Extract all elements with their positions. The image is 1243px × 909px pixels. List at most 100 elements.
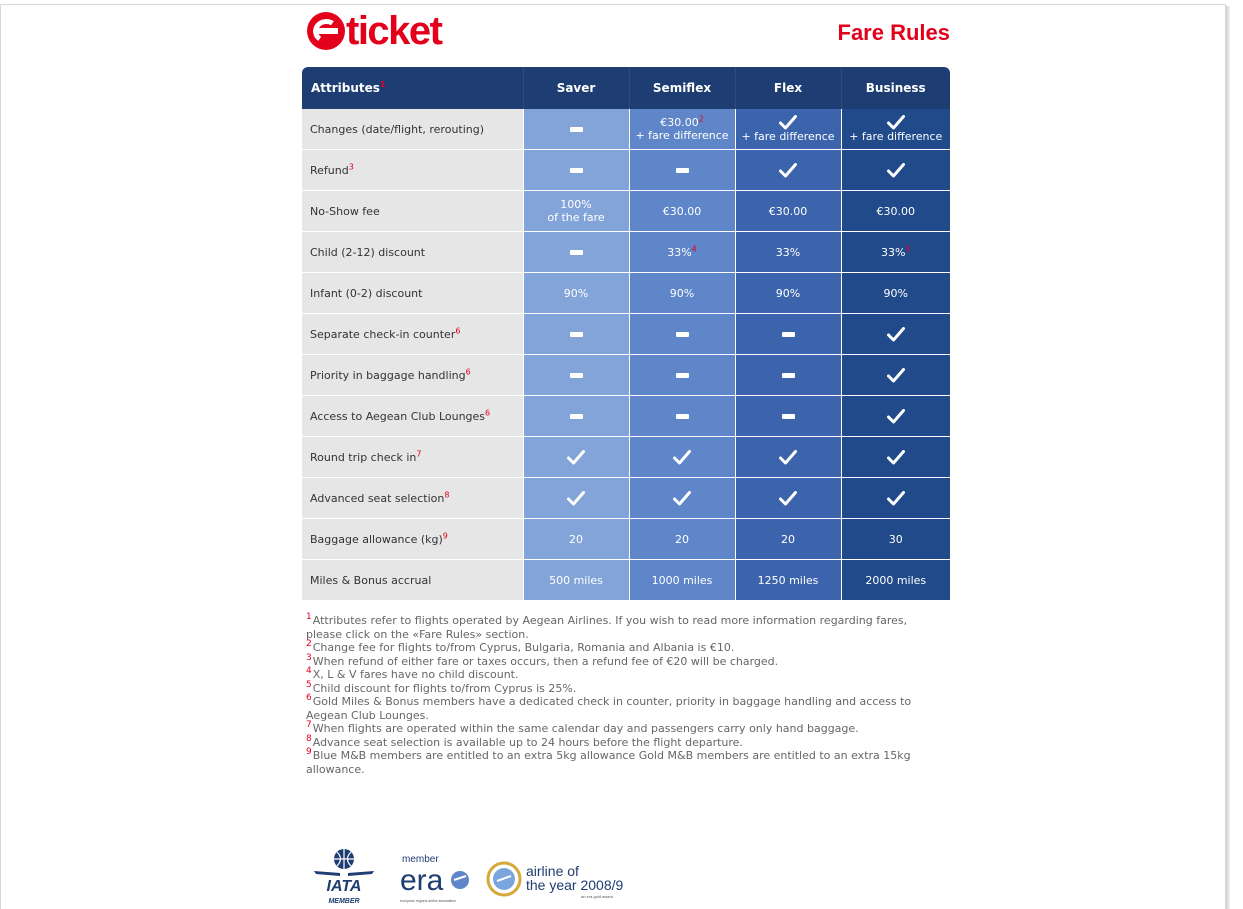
- cell-subtext: + fare difference: [741, 130, 835, 143]
- table-row: Baggage allowance (kg)9 20 20 20 30: [302, 518, 950, 560]
- value-cell: [840, 477, 950, 519]
- era-name: era: [400, 864, 444, 897]
- cell-value: 33%: [775, 245, 801, 259]
- dash-icon: [569, 332, 583, 337]
- dash-icon: [569, 168, 583, 173]
- check-icon: [673, 490, 691, 506]
- cell-value: 33%: [667, 245, 692, 259]
- attribute-label: No-Show fee: [310, 204, 380, 218]
- header-saver: Saver: [523, 67, 630, 109]
- cell-subtext: of the fare: [547, 211, 605, 224]
- value-cell: [840, 354, 950, 396]
- page-frame-shadow: [1226, 6, 1230, 909]
- footnotes: 1Attributes refer to flights operated by…: [306, 612, 946, 776]
- footnote-number: 2: [306, 639, 312, 650]
- table-row: No-Show fee 100% of the fare €30.00 €30.00 €3…: [302, 190, 950, 232]
- value-cell: 2000 miles: [840, 559, 950, 601]
- footnote-number: 6: [306, 693, 312, 704]
- check-icon: [779, 115, 797, 130]
- footnote-text: When refund of either fare or taxes occu…: [312, 654, 779, 668]
- footnote-item: 5Child discount for flights to/from Cypr…: [306, 679, 946, 696]
- footnote-ref: 6: [485, 407, 491, 417]
- attribute-label: Access to Aegean Club Lounges: [310, 409, 486, 423]
- row-attribute: Infant (0-2) discount: [302, 272, 523, 314]
- dash-icon: [781, 373, 795, 378]
- value-cell: 20: [522, 518, 629, 560]
- value-cell: [840, 395, 950, 437]
- value-cell: 90%: [522, 272, 629, 314]
- footnote-number: 1: [306, 612, 312, 623]
- header-attributes-label: Attributes: [311, 81, 380, 95]
- row-attribute: Access to Aegean Club Lounges6: [302, 395, 523, 437]
- footnote-text: X, L & V fares have no child discount.: [312, 668, 519, 681]
- table-row: Advanced seat selection8: [302, 477, 950, 519]
- value-cell: [628, 354, 735, 396]
- footnote-ref: 5: [905, 243, 911, 253]
- iata-sub: MEMBER: [328, 898, 359, 905]
- value-cell: [628, 313, 735, 355]
- footnote-ref: 8: [444, 489, 450, 499]
- dash-icon: [675, 332, 689, 337]
- iata-name: IATA: [327, 878, 362, 895]
- value-cell: [522, 354, 629, 396]
- value-cell: €30.00: [840, 190, 950, 232]
- value-cell: 33%: [734, 231, 841, 273]
- footnote-number: 5: [306, 679, 312, 690]
- row-attribute: Changes (date/flight, rerouting): [302, 109, 523, 150]
- value-cell: 33%5: [840, 231, 950, 273]
- value-cell: 30: [840, 518, 950, 560]
- eticket-logo[interactable]: ticket: [307, 10, 443, 52]
- check-icon: [886, 449, 905, 465]
- row-attribute: Round trip check in7: [302, 436, 523, 478]
- footnote-text: When flights are operated within the sam…: [312, 722, 859, 735]
- footnote-number: 4: [306, 666, 312, 677]
- footnote-ref: 1: [379, 80, 386, 89]
- dash-icon: [569, 373, 583, 378]
- value-cell: 90%: [734, 272, 841, 314]
- value-cell: [522, 231, 629, 273]
- footnote-number: 9: [306, 747, 312, 758]
- cell-value: 100%: [560, 198, 592, 211]
- value-cell: 1250 miles: [734, 559, 841, 601]
- dash-icon: [569, 414, 583, 419]
- value-cell: 33%4: [628, 231, 735, 273]
- cell-value: 90%: [563, 286, 589, 300]
- cell-value: 20: [569, 532, 583, 546]
- value-cell: 500 miles: [522, 559, 629, 601]
- cell-value: €30.00: [662, 204, 702, 218]
- aoy-line2: the year 2008/9: [526, 877, 624, 893]
- footnote-ref: 6: [455, 325, 461, 335]
- attribute-label: Baggage allowance (kg): [310, 532, 443, 546]
- logo-e-icon: [307, 12, 345, 50]
- cell-value: 90%: [775, 286, 801, 300]
- check-icon: [886, 367, 905, 383]
- dash-icon: [569, 250, 583, 255]
- check-icon: [779, 449, 797, 465]
- cell-value: 2000 miles: [865, 573, 927, 587]
- attribute-label: Miles & Bonus accrual: [310, 573, 432, 587]
- value-cell: 90%: [840, 272, 950, 314]
- check-icon: [673, 449, 691, 465]
- value-cell: 100% of the fare: [522, 190, 629, 232]
- value-cell: [840, 436, 950, 478]
- table-row: Priority in baggage handling6: [302, 354, 950, 396]
- dash-icon: [781, 332, 795, 337]
- cell-value: 20: [675, 532, 689, 546]
- value-cell: [522, 395, 629, 437]
- attribute-label: Refund: [310, 163, 349, 177]
- check-icon: [886, 490, 905, 506]
- dash-icon: [675, 373, 689, 378]
- table-row: Refund3: [302, 149, 950, 191]
- footnote-text: Blue M&B members are entitled to an extr…: [306, 749, 911, 776]
- value-cell: €30.002 + fare difference: [628, 109, 735, 150]
- table-header-row: Attributes1 Saver Semiflex Flex Business: [302, 67, 950, 109]
- value-cell: [734, 477, 841, 519]
- attribute-label: Priority in baggage handling: [310, 368, 466, 382]
- value-cell: [734, 354, 841, 396]
- value-cell: + fare difference: [840, 109, 950, 150]
- attribute-label: Child (2-12) discount: [310, 245, 426, 259]
- footnote-text: Child discount for flights to/from Cypru…: [312, 681, 577, 695]
- footnote-item: 9Blue M&B members are entitled to an ext…: [306, 747, 946, 776]
- table-row: Access to Aegean Club Lounges6: [302, 395, 950, 437]
- footnote-number: 8: [306, 733, 312, 744]
